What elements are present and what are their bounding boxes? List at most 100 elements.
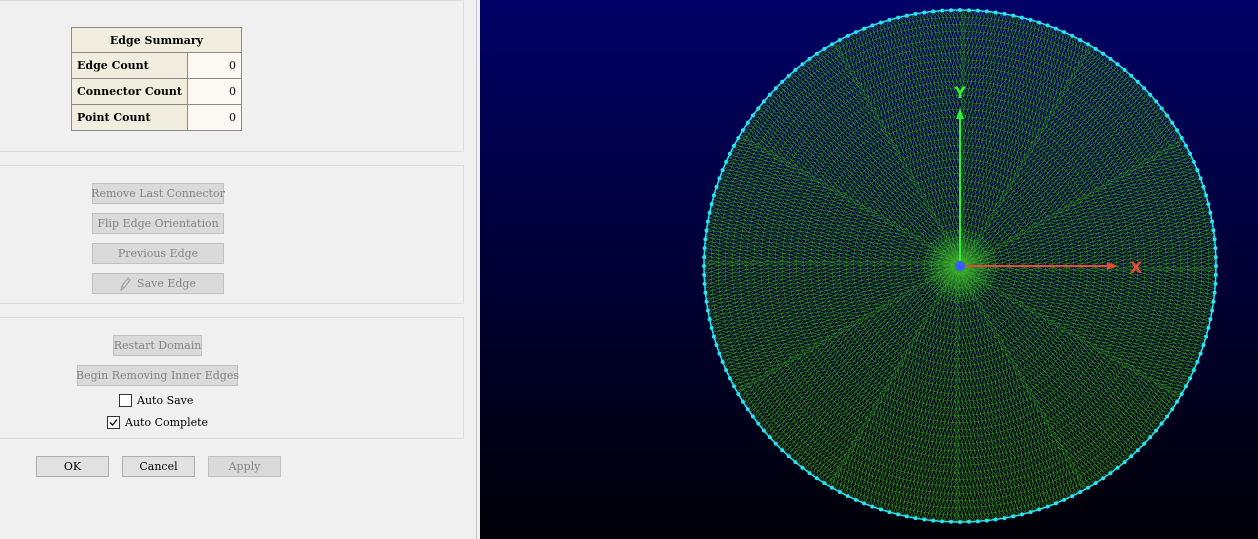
- boundary-node: [845, 494, 850, 499]
- begin-removing-inner-edges-button[interactable]: Begin Removing Inner Edges: [76, 365, 239, 386]
- boundary-node: [702, 246, 707, 251]
- boundary-node: [761, 99, 766, 104]
- boundary-node: [707, 317, 712, 322]
- boundary-node: [1028, 17, 1033, 22]
- boundary-node: [814, 476, 819, 481]
- boundary-node: [1213, 246, 1218, 251]
- boundary-node: [1002, 11, 1007, 16]
- boundary-node: [745, 120, 750, 125]
- connector-count-label: Connector Count: [71, 78, 188, 105]
- boundary-node: [1191, 159, 1196, 164]
- boundary-node: [756, 421, 761, 426]
- boundary-node: [1170, 407, 1175, 412]
- boundary-node: [786, 454, 791, 459]
- boundary-node: [756, 106, 761, 111]
- auto-save-option[interactable]: Auto Save: [119, 394, 193, 407]
- apply-button[interactable]: Apply: [208, 456, 281, 477]
- boundary-node: [1179, 392, 1184, 396]
- boundary-node: [724, 159, 729, 164]
- auto-complete-option[interactable]: Auto Complete: [107, 416, 208, 429]
- boundary-node: [1206, 202, 1211, 207]
- boundary-node: [1198, 351, 1203, 356]
- boundary-node: [1028, 510, 1033, 515]
- table-row: Edge Count 0: [71, 52, 242, 79]
- boundary-node: [1086, 42, 1090, 47]
- ok-button[interactable]: OK: [36, 456, 109, 477]
- boundary-node: [1086, 485, 1090, 490]
- boundary-node: [1188, 376, 1193, 381]
- boundary-node: [717, 351, 722, 356]
- boundary-node: [1165, 414, 1170, 419]
- mesh-view[interactable]: Y X: [480, 0, 1258, 539]
- boundary-node: [984, 518, 989, 523]
- flip-edge-orientation-button[interactable]: Flip Edge Orientation: [92, 213, 224, 234]
- boundary-node: [702, 281, 707, 286]
- boundary-node: [1045, 504, 1050, 509]
- boundary-node: [1170, 120, 1175, 125]
- boundary-node: [931, 518, 936, 523]
- boundary-node: [1019, 512, 1024, 517]
- auto-save-checkbox[interactable]: [119, 394, 132, 407]
- boundary-node: [870, 23, 875, 28]
- boundary-node: [704, 299, 709, 304]
- boundary-node: [1078, 38, 1083, 42]
- boundary-node: [1204, 334, 1209, 339]
- boundary-node: [1129, 73, 1134, 78]
- boundary-node: [837, 38, 842, 42]
- boundary-node: [1108, 56, 1113, 61]
- boundary-node: [800, 62, 805, 67]
- boundary-node: [702, 255, 707, 260]
- boundary-node: [853, 497, 858, 502]
- boundary-node: [711, 334, 716, 339]
- boundary-node: [878, 20, 883, 25]
- boundary-node: [966, 8, 971, 13]
- 3d-viewport[interactable]: Y X: [480, 0, 1258, 539]
- boundary-node: [1201, 184, 1206, 189]
- boundary-node: [1212, 237, 1217, 242]
- boundary-node: [1184, 384, 1188, 389]
- remove-last-connector-button[interactable]: Remove Last Connector: [91, 183, 225, 204]
- boundary-node: [1213, 255, 1218, 260]
- boundary-node: [975, 8, 980, 13]
- boundary-node: [958, 520, 962, 524]
- boundary-node: [1159, 106, 1164, 111]
- boundary-node: [1093, 46, 1098, 51]
- boundary-node: [887, 17, 892, 22]
- boundary-node: [949, 8, 954, 13]
- boundary-node: [1198, 176, 1203, 181]
- boundary-node: [1115, 465, 1120, 470]
- save-edge-button[interactable]: Save Edge: [92, 273, 224, 294]
- boundary-node: [702, 264, 706, 268]
- save-edge-label: Save Edge: [137, 277, 196, 290]
- boundary-node: [993, 517, 998, 522]
- boundary-node: [1211, 228, 1216, 233]
- boundary-node: [1002, 516, 1007, 521]
- auto-complete-label: Auto Complete: [125, 416, 209, 429]
- boundary-node: [1093, 481, 1098, 486]
- boundary-node: [714, 343, 719, 348]
- auto-save-label: Auto Save: [137, 394, 194, 407]
- boundary-node: [727, 376, 732, 381]
- boundary-node: [1188, 151, 1193, 156]
- x-axis-label: X: [1130, 258, 1143, 277]
- boundary-node: [1191, 368, 1196, 373]
- boundary-node: [1208, 210, 1213, 215]
- restart-domain-button[interactable]: Restart Domain: [113, 335, 202, 356]
- auto-complete-checkbox[interactable]: [107, 416, 120, 429]
- boundary-node: [704, 228, 709, 233]
- boundary-node: [862, 26, 867, 31]
- point-count-label: Point Count: [71, 104, 188, 131]
- table-row: Connector Count 0: [71, 78, 242, 105]
- boundary-node: [709, 325, 714, 330]
- boundary-node: [807, 56, 812, 61]
- boundary-node: [773, 441, 778, 446]
- cancel-button[interactable]: Cancel: [122, 456, 195, 477]
- boundary-node: [922, 10, 927, 15]
- boundary-node: [949, 519, 954, 524]
- boundary-node: [1108, 471, 1113, 476]
- boundary-node: [1115, 62, 1120, 67]
- boundary-node: [984, 9, 989, 14]
- boundary-node: [1135, 79, 1140, 84]
- boundary-node: [1011, 13, 1016, 18]
- previous-edge-button[interactable]: Previous Edge: [92, 243, 224, 264]
